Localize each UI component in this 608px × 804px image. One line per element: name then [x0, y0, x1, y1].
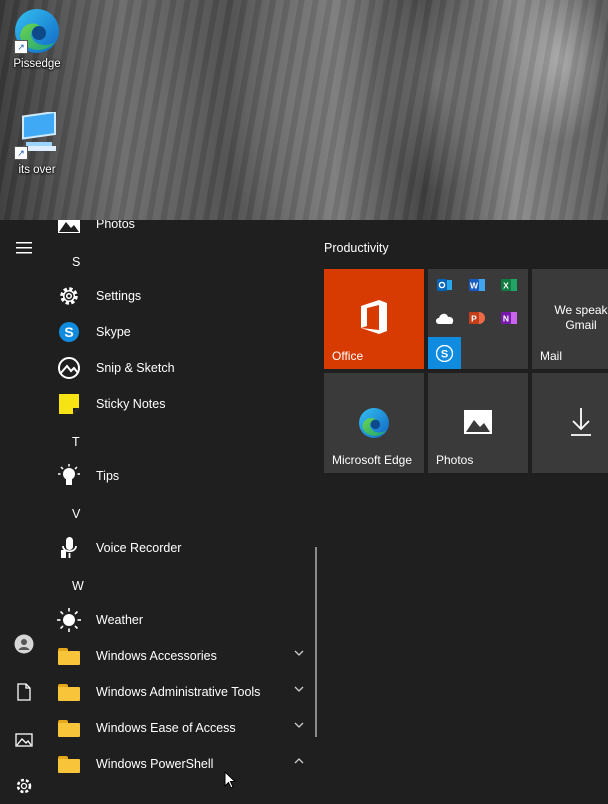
user-icon: [14, 634, 34, 654]
tile-mail[interactable]: We speak Gmail Mail: [532, 269, 608, 369]
download-icon: [571, 408, 591, 436]
folder-icon: [56, 679, 82, 705]
app-sticky-notes[interactable]: Sticky Notes: [56, 386, 312, 422]
document-icon: [17, 683, 31, 701]
edge-icon: ↗: [12, 6, 62, 56]
tile-label: Photos: [436, 453, 474, 467]
skype-icon: S: [56, 319, 82, 345]
tile-office[interactable]: Office: [324, 269, 424, 369]
svg-text:X: X: [503, 281, 509, 291]
gear-icon: [56, 283, 82, 309]
app-photos[interactable]: Photos: [56, 220, 312, 242]
lightbulb-icon: [56, 463, 82, 489]
chevron-down-icon[interactable]: [294, 649, 304, 657]
app-label: Windows PowerShell: [96, 757, 214, 771]
documents-button[interactable]: [0, 674, 48, 710]
onedrive-icon[interactable]: [435, 311, 455, 325]
mouse-cursor-icon: [224, 771, 236, 789]
desktop-wallpaper: ↗ Pissedge ↗ its over: [0, 0, 608, 220]
edge-icon: [359, 408, 389, 438]
folder-icon: [56, 715, 82, 741]
desktop-icon-its-over[interactable]: ↗ its over: [0, 110, 74, 176]
app-label: Settings: [96, 289, 142, 303]
app-label: Photos: [96, 220, 135, 231]
desktop-icon-pissedge[interactable]: ↗ Pissedge: [0, 6, 74, 70]
app-label: Sticky Notes: [96, 397, 166, 411]
user-button[interactable]: [0, 626, 48, 662]
hamburger-icon: [16, 242, 32, 254]
tile-office-apps[interactable]: W X P N S: [428, 269, 528, 369]
tile-download[interactable]: [532, 373, 608, 473]
svg-text:N: N: [503, 314, 509, 324]
office-icon: [361, 300, 387, 334]
app-label: Windows Accessories: [96, 649, 217, 663]
tile-label: Office: [332, 349, 364, 363]
app-label: Snip & Sketch: [96, 361, 175, 375]
menu-button[interactable]: [0, 230, 48, 266]
letter-header[interactable]: V: [72, 507, 80, 521]
settings-button[interactable]: [0, 768, 48, 804]
app-snip-sketch[interactable]: Snip & Sketch: [56, 350, 312, 386]
svg-text:P: P: [471, 314, 477, 324]
letter-header[interactable]: W: [72, 579, 84, 593]
chevron-up-icon[interactable]: [294, 757, 304, 765]
app-label: Weather: [96, 613, 144, 627]
letter-header[interactable]: S: [72, 255, 80, 269]
app-label: Voice Recorder: [96, 541, 182, 555]
app-voice-recorder[interactable]: Voice Recorder: [56, 530, 312, 566]
excel-icon[interactable]: X: [501, 277, 517, 293]
app-label: Tips: [96, 469, 120, 483]
outlook-icon[interactable]: [437, 277, 453, 293]
svg-text:S: S: [64, 324, 73, 340]
app-settings[interactable]: Settings: [56, 278, 312, 314]
folder-icon: [56, 751, 82, 777]
app-label: Windows Administrative Tools: [96, 685, 261, 699]
sticky-notes-icon: [56, 391, 82, 417]
app-weather[interactable]: Weather: [56, 602, 312, 638]
letter-header[interactable]: T: [72, 435, 80, 449]
desktop-icon-label: its over: [18, 164, 56, 176]
svg-text:S: S: [441, 349, 448, 361]
tile-group-title[interactable]: Productivity: [324, 241, 389, 255]
folder-windows-powershell[interactable]: Windows PowerShell: [56, 746, 312, 782]
photos-icon: [56, 220, 82, 237]
tile-microsoft-edge[interactable]: Microsoft Edge: [324, 373, 424, 473]
app-list: Photos S Settings S Skype Snip & Sketch: [48, 220, 312, 788]
tile-label: Mail: [540, 349, 563, 363]
app-label: Skype: [96, 325, 131, 339]
desktop-icon-label: Pissedge: [13, 58, 61, 70]
microphone-icon: [56, 535, 82, 561]
tile-label: Microsoft Edge: [332, 453, 413, 467]
app-tips[interactable]: Tips: [56, 458, 312, 494]
word-icon[interactable]: W: [469, 277, 485, 293]
folder-windows-accessories[interactable]: Windows Accessories: [56, 638, 312, 674]
app-list-scrollbar[interactable]: [315, 547, 317, 737]
folder-icon: [56, 643, 82, 669]
snip-sketch-icon: [56, 355, 82, 381]
folder-windows-ease-of-access[interactable]: Windows Ease of Access: [56, 710, 312, 746]
svg-text:W: W: [470, 281, 479, 291]
folder-windows-administrative-tools[interactable]: Windows Administrative Tools: [56, 674, 312, 710]
app-label: Windows Ease of Access: [96, 721, 236, 735]
mail-tile-text: We speak Gmail: [554, 303, 608, 332]
photos-icon: [464, 410, 492, 434]
gear-icon: [16, 778, 32, 794]
tile-photos[interactable]: Photos: [428, 373, 528, 473]
start-menu: Photos S Settings S Skype Snip & Sketch: [0, 220, 608, 794]
start-left-rail: [0, 220, 48, 794]
onenote-icon[interactable]: N: [501, 310, 517, 326]
powerpoint-icon[interactable]: P: [469, 310, 485, 326]
computer-icon: ↗: [12, 110, 62, 162]
pictures-icon: [15, 733, 33, 747]
chevron-down-icon[interactable]: [294, 685, 304, 693]
chevron-down-icon[interactable]: [294, 721, 304, 729]
pictures-button[interactable]: [0, 722, 48, 758]
skype-icon[interactable]: S: [428, 337, 461, 369]
sun-icon: [56, 607, 82, 633]
app-skype[interactable]: S Skype: [56, 314, 312, 350]
